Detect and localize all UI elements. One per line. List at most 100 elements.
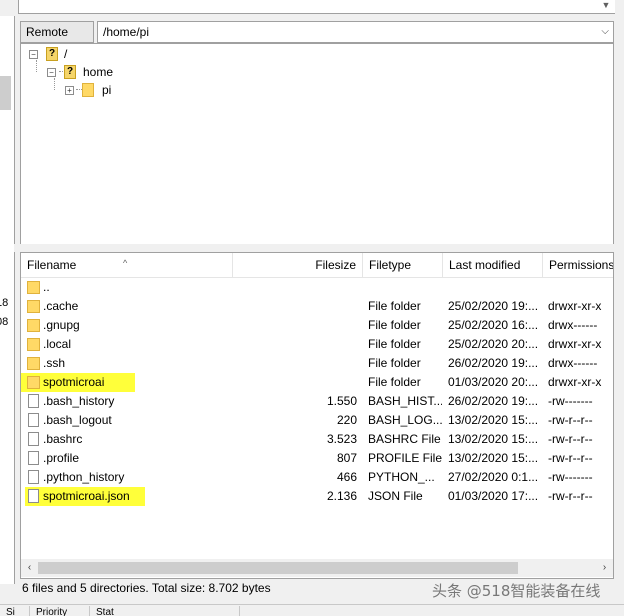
scroll-right-icon[interactable]: ›: [596, 559, 613, 577]
filetype-cell: BASH_HIST...: [368, 394, 442, 408]
queue-tab-bar: Si Priority Stat: [0, 604, 624, 616]
table-row[interactable]: .local File folder 25/02/2020 20:... drwxr-…: [21, 335, 613, 354]
chevron-down-icon[interactable]: ⌵: [601, 22, 609, 42]
filesize-cell: 3.523: [326, 432, 357, 446]
last-modified-cell: 13/02/2020 15:...: [448, 413, 539, 427]
table-row[interactable]: spotmicroai File folder 01/03/2020 20:... d…: [21, 373, 613, 392]
pane-splitter[interactable]: [14, 244, 624, 252]
filetype-cell: File folder: [368, 299, 421, 313]
last-modified-cell: 25/02/2020 20:...: [448, 337, 539, 351]
permissions-cell: [548, 278, 613, 297]
filetype-cell: File folder: [368, 337, 421, 351]
file-icon: [28, 489, 39, 503]
tree-node-label: /: [64, 47, 68, 61]
last-modified-cell: 26/02/2020 19:...: [448, 394, 539, 408]
local-scrollbar-thumb[interactable]: [0, 76, 11, 110]
folder-icon: [27, 319, 40, 332]
scroll-down-icon[interactable]: ▼: [600, 0, 612, 10]
permissions-cell: -rw-r--r--: [548, 451, 593, 465]
tree-node-home[interactable]: − ? home: [47, 64, 147, 80]
filesize-cell: [233, 278, 357, 297]
file-icon: [28, 413, 39, 427]
filetype-cell: File folder: [368, 356, 421, 370]
table-row[interactable]: .ssh File folder 26/02/2020 19:... drwx----…: [21, 354, 613, 373]
table-row[interactable]: .bash_logout 220 BASH_LOG... 13/02/2020 15:…: [21, 411, 613, 430]
scrollbar-thumb[interactable]: [38, 562, 518, 574]
filetype-cell: JSON File: [368, 489, 423, 503]
permissions-cell: -rw-------: [548, 470, 593, 484]
local-row-fragment: 18: [0, 297, 9, 309]
table-row[interactable]: spotmicroai.json 2.136 JSON File 01/03/2020…: [21, 487, 613, 506]
filename-cell: .gnupg: [43, 318, 80, 332]
filetype-cell: File folder: [368, 375, 421, 389]
tree-node-label: home: [83, 65, 114, 79]
column-header-filename[interactable]: Filename ^: [21, 253, 233, 277]
expand-icon[interactable]: +: [65, 86, 74, 95]
permissions-cell: -rw-r--r--: [548, 413, 593, 427]
table-row[interactable]: .cache File folder 25/02/2020 19:... drwxr-…: [21, 297, 613, 316]
watermark: 头条 @518智能装备在线: [432, 582, 601, 600]
filesize-cell: [233, 354, 357, 373]
tree-node-root[interactable]: − ? /: [29, 46, 109, 62]
filename-cell: .bash_logout: [43, 413, 112, 427]
filesize-cell: [233, 373, 357, 392]
scroll-left-icon[interactable]: ‹: [21, 559, 38, 577]
filesize-cell: [233, 335, 357, 354]
table-row[interactable]: ..: [21, 278, 613, 297]
filesize-cell: 1.550: [326, 394, 357, 408]
permissions-cell: -rw-r--r--: [548, 432, 593, 446]
filename-cell: .bashrc: [43, 432, 83, 446]
remote-site-label: Remote site:: [20, 21, 94, 59]
last-modified-cell: 01/03/2020 17:...: [448, 489, 539, 503]
local-row-fragment: 08: [0, 316, 9, 328]
filetype-cell: PYTHON_...: [368, 470, 435, 484]
filename-cell: .local: [43, 337, 72, 351]
folder-icon: [27, 338, 40, 351]
column-header-last-modified[interactable]: Last modified: [443, 253, 543, 277]
table-row[interactable]: .profile 807 PROFILE File 13/02/2020 15:...…: [21, 449, 613, 468]
folder-icon: [27, 281, 40, 294]
remote-directory-tree: − ? / − ? home + pi: [20, 43, 614, 245]
filename-cell: .profile: [43, 451, 80, 465]
horizontal-scrollbar[interactable]: ‹ ›: [21, 559, 613, 577]
filename-cell: .python_history: [43, 470, 125, 484]
filetype-cell: BASH_LOG...: [368, 413, 442, 427]
question-folder-icon: ?: [64, 65, 76, 79]
last-modified-cell: 25/02/2020 19:...: [448, 299, 539, 313]
remote-site-bar: Remote site: /home/pi ⌵: [20, 21, 614, 59]
last-modified-cell: 01/03/2020 20:...: [448, 375, 539, 389]
permissions-cell: drwxr-xr-x: [548, 299, 602, 313]
collapse-icon[interactable]: −: [29, 50, 38, 59]
question-folder-icon: ?: [46, 47, 58, 61]
column-header-filesize[interactable]: Filesize: [233, 253, 363, 277]
table-row[interactable]: .bash_history 1.550 BASH_HIST... 26/02/2020…: [21, 392, 613, 411]
table-row[interactable]: .python_history 466 PYTHON_... 27/02/2020 0…: [21, 468, 613, 487]
column-header-filetype[interactable]: Filetype: [363, 253, 443, 277]
remote-path-value: /home/pi: [103, 25, 150, 39]
sort-ascending-icon: ^: [123, 258, 128, 268]
remote-path-input[interactable]: /home/pi ⌵: [97, 21, 614, 43]
table-row[interactable]: .gnupg File folder 25/02/2020 16:... drwx--…: [21, 316, 613, 335]
tree-node-pi[interactable]: + pi: [65, 82, 165, 98]
column-header-permissions[interactable]: Permissions: [543, 253, 613, 277]
last-modified-cell: 25/02/2020 16:...: [448, 318, 539, 332]
permissions-cell: -rw-r--r--: [548, 489, 593, 503]
last-modified-cell: 13/02/2020 15:...: [448, 432, 539, 446]
last-modified-cell: 27/02/2020 0:1...: [448, 470, 539, 484]
filename-cell: spotmicroai: [43, 375, 105, 389]
permissions-cell: -rw-------: [548, 394, 593, 408]
permissions-cell: drwx------: [548, 318, 598, 332]
filesize-cell: 2.136: [326, 489, 357, 503]
table-row[interactable]: .bashrc 3.523 BASHRC File 13/02/2020 15:...…: [21, 430, 613, 449]
folder-icon: [27, 376, 40, 389]
tree-node-label: pi: [102, 83, 112, 97]
top-pane-strip: ▼: [0, 0, 624, 16]
filetype-cell: PROFILE File: [368, 451, 442, 465]
folder-icon: [82, 83, 94, 97]
filename-cell: .bash_history: [43, 394, 115, 408]
filename-cell: .ssh: [43, 356, 66, 370]
file-icon: [28, 451, 39, 465]
folder-icon: [27, 357, 40, 370]
permissions-cell: drwx------: [548, 356, 598, 370]
collapse-icon[interactable]: −: [47, 68, 56, 77]
